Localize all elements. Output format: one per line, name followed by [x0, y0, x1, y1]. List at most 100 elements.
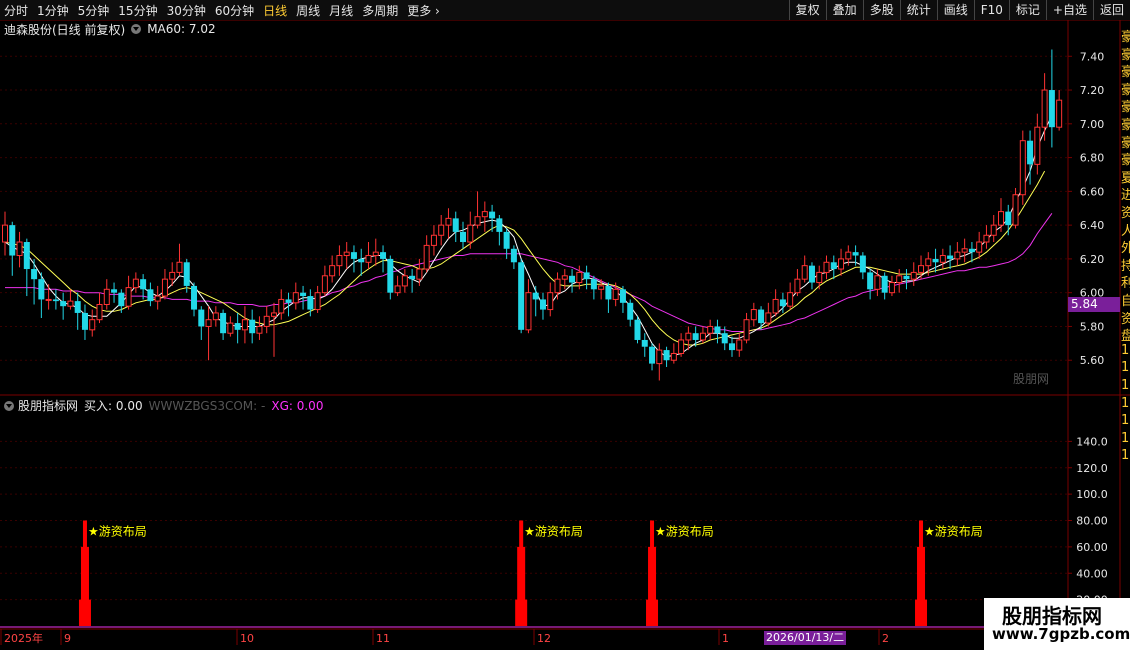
right-edge-char: 豪 — [1121, 82, 1130, 97]
candle-body-up — [772, 298, 779, 314]
candle-body-down — [220, 312, 227, 334]
candle-body-up — [67, 300, 74, 307]
candle-body-up — [576, 271, 583, 284]
buy-value: 买入: 0.00 — [84, 399, 143, 413]
candle-body-up — [685, 332, 692, 341]
candle-body-up — [89, 319, 96, 331]
period-tab-7[interactable]: 周线 — [296, 2, 320, 19]
stock-name: 迪森股份(日线 前复权) — [4, 22, 126, 37]
right-edge-char: 1 — [1121, 395, 1130, 411]
toolbar-button-5[interactable]: F10 — [973, 0, 1009, 20]
candle-body-up — [787, 292, 794, 307]
candle-body-up — [736, 339, 743, 351]
right-edge-char: 资 — [1121, 206, 1130, 220]
signal-bar — [648, 546, 657, 626]
period-tab-0[interactable]: 分时 — [4, 2, 28, 19]
right-edge-char: 豪 — [1121, 153, 1130, 168]
candle-body-down — [183, 262, 190, 286]
candle-body-down — [249, 319, 256, 334]
period-tab-3[interactable]: 15分钟 — [118, 2, 157, 19]
period-tab-1[interactable]: 1分钟 — [37, 2, 69, 19]
candle-body-up — [2, 224, 8, 243]
site-url: www.7gpzb.com — [992, 625, 1130, 643]
candle-body-down — [31, 269, 38, 280]
toolbar-button-0[interactable]: 复权 — [788, 0, 826, 20]
candle-body-down — [518, 262, 525, 330]
toolbar-button-6[interactable]: 标记 — [1008, 0, 1046, 20]
right-edge-char: 人 — [1121, 223, 1130, 238]
candle-body-up — [888, 282, 895, 294]
chart-canvas[interactable]: 7.407.207.006.806.606.406.206.005.805.60… — [0, 0, 1130, 650]
candle-body-up — [263, 315, 270, 327]
candle-body-down — [649, 346, 656, 364]
indicator-dropdown-icon[interactable] — [4, 400, 14, 411]
candle-body-down — [9, 225, 16, 256]
candle-body-down — [191, 285, 198, 310]
toolbar-button-8[interactable]: 返回 — [1092, 0, 1130, 20]
candle-body-up — [765, 312, 772, 324]
candle-body-down — [1027, 140, 1034, 165]
period-tab-9[interactable]: 多周期 — [362, 2, 398, 19]
right-edge-char: 1 — [1121, 413, 1130, 429]
period-tab-6[interactable]: 日线 — [263, 2, 287, 19]
price-axis: 7.407.207.006.806.606.406.206.005.805.60… — [1068, 50, 1108, 607]
cursor-date-tag: 2026/01/13/二 — [764, 631, 847, 645]
current-price-tag: 5.84 — [1068, 297, 1120, 312]
candle-body-up — [823, 261, 830, 273]
time-label: 2025年 — [4, 631, 43, 645]
period-tab-4[interactable]: 30分钟 — [167, 2, 206, 19]
candle-body-down — [605, 285, 612, 300]
price-tick-label: 6.60 — [1080, 185, 1105, 198]
period-tab-10[interactable]: 更多 › — [407, 2, 440, 19]
candle-body-up — [241, 319, 248, 331]
candle-body-up — [132, 278, 139, 289]
candle-body-up — [525, 292, 532, 331]
candle-body-up — [918, 265, 925, 273]
candle-body-down — [583, 272, 590, 280]
candle-body-down — [198, 309, 205, 327]
ma5-line — [4, 115, 1053, 358]
main-chart-title: 迪森股份(日线 前复权) MA60: 7.02 — [4, 21, 216, 37]
candle-body-up — [983, 234, 990, 243]
candle-body-down — [387, 258, 394, 293]
signal-bar — [650, 520, 655, 626]
signal-bar — [519, 520, 524, 626]
candle-body-up — [1012, 194, 1019, 226]
xg-value: XG: 0.00 — [271, 398, 324, 413]
candle-body-up — [16, 241, 23, 257]
candle-body-up — [481, 211, 488, 218]
candle-body-up — [103, 288, 110, 305]
right-edge-char: 盘 — [1121, 329, 1130, 344]
candle-body-down — [947, 255, 954, 259]
candle-body-down — [590, 279, 597, 290]
candle-body-up — [656, 349, 663, 365]
price-tick-label: 5.60 — [1080, 354, 1105, 367]
candle-body-down — [74, 301, 81, 313]
candle-body-up — [554, 278, 561, 294]
ma60-line — [5, 213, 1053, 332]
candle-body-down — [881, 275, 888, 293]
toolbar-button-1[interactable]: 叠加 — [825, 0, 863, 20]
indicator-tick-label: 140.0 — [1076, 435, 1108, 448]
period-tab-2[interactable]: 5分钟 — [78, 2, 110, 19]
dropdown-icon[interactable] — [131, 24, 142, 34]
toolbar-button-4[interactable]: 画线 — [936, 0, 974, 20]
candle-body-down — [60, 301, 67, 307]
candle-body-up — [438, 224, 445, 236]
candle-body-up — [445, 217, 452, 226]
toolbar-button-2[interactable]: 多股 — [862, 0, 900, 20]
candle-body-down — [111, 289, 118, 293]
toolbar-button-3[interactable]: 统计 — [899, 0, 937, 20]
period-tab-8[interactable]: 月线 — [329, 2, 353, 19]
candle-body-up — [372, 251, 379, 257]
candle-body-down — [350, 252, 357, 259]
toolbar-button-7[interactable]: +自选 — [1045, 0, 1093, 20]
candle-body-down — [932, 258, 939, 263]
candle-body-up — [1041, 89, 1048, 128]
candle-body-up — [794, 278, 801, 294]
candle-body-up — [816, 271, 823, 284]
period-tab-5[interactable]: 60分钟 — [215, 2, 254, 19]
candle-body-up — [416, 268, 423, 280]
candle-body-up — [401, 275, 408, 287]
candle-body-up — [343, 251, 350, 257]
